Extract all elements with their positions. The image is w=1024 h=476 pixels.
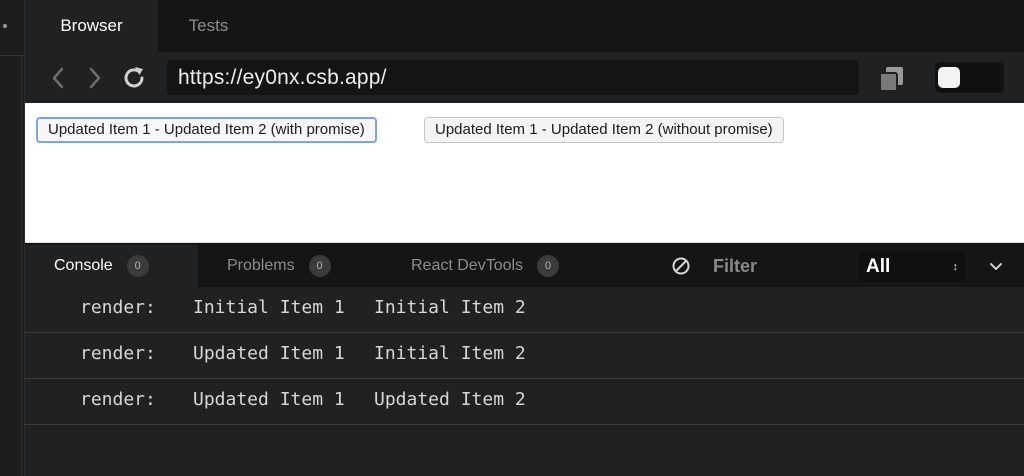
update-with-promise-button[interactable]: Updated Item 1 - Updated Item 2 (with pr… bbox=[36, 117, 377, 143]
log-item-1: Initial Item 1 bbox=[193, 297, 345, 318]
log-item-2: Initial Item 2 bbox=[374, 297, 526, 318]
reload-icon[interactable] bbox=[119, 62, 149, 94]
tab-tests[interactable]: Tests bbox=[158, 0, 259, 52]
log-key: render: bbox=[80, 297, 156, 318]
console-tab-bar: Console 0 Problems 0 React DevTools 0 Fi… bbox=[25, 245, 1024, 287]
select-arrows-icon: ↕ bbox=[952, 261, 959, 273]
forward-arrow-icon[interactable] bbox=[80, 62, 110, 94]
tab-console-label: Console bbox=[54, 257, 113, 274]
log-key: render: bbox=[80, 389, 156, 410]
tab-react-devtools[interactable]: React DevTools 0 bbox=[411, 245, 560, 287]
chevron-down-icon[interactable] bbox=[986, 256, 1006, 276]
problems-count-badge: 0 bbox=[308, 255, 331, 277]
devtools-count-badge: 0 bbox=[537, 255, 560, 277]
log-level-value: All bbox=[866, 256, 891, 277]
navigation-bar: https://ey0nx.csb.app/ bbox=[25, 52, 1024, 103]
tab-react-devtools-label: React DevTools bbox=[411, 257, 524, 274]
copy-icon[interactable] bbox=[878, 65, 906, 93]
console-log-row: render: Updated Item 1 Updated Item 2 bbox=[25, 379, 1024, 425]
theme-toggle[interactable] bbox=[935, 62, 1004, 93]
console-output: render: Initial Item 1 Initial Item 2 re… bbox=[25, 287, 1024, 476]
log-item-2: Updated Item 2 bbox=[374, 389, 526, 410]
back-arrow-icon[interactable] bbox=[43, 62, 73, 94]
url-input[interactable]: https://ey0nx.csb.app/ bbox=[167, 60, 859, 95]
tab-console[interactable]: Console 0 bbox=[25, 245, 198, 287]
filter-input[interactable]: Filter bbox=[713, 256, 757, 277]
update-without-promise-button[interactable]: Updated Item 1 - Updated Item 2 (without… bbox=[424, 117, 784, 143]
log-item-1: Updated Item 1 bbox=[193, 343, 345, 364]
log-level-select[interactable]: All ↕ bbox=[859, 252, 965, 282]
log-key: render: bbox=[80, 343, 156, 364]
top-tab-bar: Browser Tests bbox=[25, 0, 1024, 52]
log-item-2: Initial Item 2 bbox=[374, 343, 526, 364]
tab-problems[interactable]: Problems 0 bbox=[227, 245, 331, 287]
gutter-line bbox=[21, 56, 22, 476]
log-item-1: Updated Item 1 bbox=[193, 389, 345, 410]
gutter-dot bbox=[3, 24, 7, 28]
clear-icon[interactable] bbox=[671, 256, 691, 276]
left-gutter bbox=[0, 0, 25, 476]
app-window: Browser Tests https://ey0nx.csb.app/ Upd… bbox=[0, 0, 1024, 476]
console-log-row: render: Initial Item 1 Initial Item 2 bbox=[25, 287, 1024, 333]
tab-browser[interactable]: Browser bbox=[25, 0, 158, 52]
toggle-knob bbox=[938, 67, 960, 88]
filter-area: Filter bbox=[671, 245, 757, 287]
console-count-badge: 0 bbox=[126, 255, 149, 277]
tab-problems-label: Problems bbox=[227, 257, 295, 274]
preview-pane: Updated Item 1 - Updated Item 2 (with pr… bbox=[25, 103, 1024, 243]
console-log-row: render: Updated Item 1 Initial Item 2 bbox=[25, 333, 1024, 379]
